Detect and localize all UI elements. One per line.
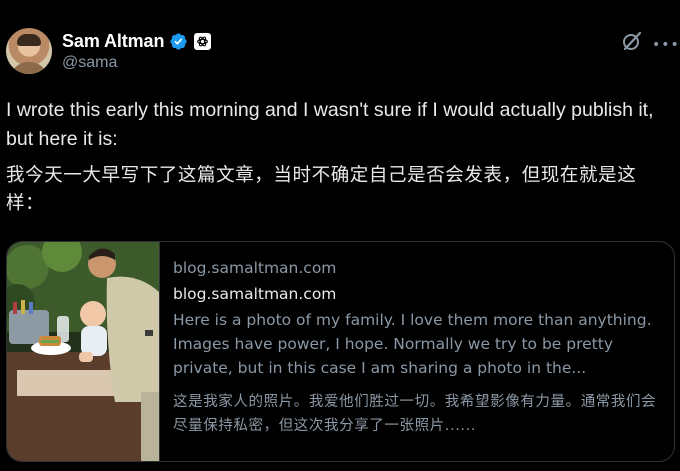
card-meta: blog.samaltman.com blog.samaltman.com He… [173, 256, 663, 438]
card-title[interactable]: blog.samaltman.com [173, 282, 663, 308]
avatar-hair [17, 34, 41, 46]
card-domain: blog.samaltman.com [173, 259, 337, 277]
card-thumbnail-image[interactable] [7, 242, 160, 461]
verified-badge-icon[interactable] [169, 32, 188, 51]
link-preview-card[interactable]: blog.samaltman.com blog.samaltman.com He… [6, 241, 675, 462]
card-description-chinese: 这是我家人的照片。我爱他们胜过一切。我希望影像有力量。通常我们会尽量保持私密，但… [173, 394, 657, 434]
author-name-row: Sam Altman [62, 30, 212, 52]
tweet: Sam Altman @sama ••• I wrote this early [0, 0, 680, 471]
grok-icon[interactable] [621, 30, 643, 52]
author-display-name[interactable]: Sam Altman [62, 31, 164, 52]
post-text-chinese: 我今天一大早写下了这篇文章，当时不确定自己是否会发表，但现在就是这样： [6, 165, 637, 214]
avatar[interactable] [6, 28, 52, 74]
author-handle[interactable]: @sama [62, 54, 117, 72]
avatar-shirt [10, 62, 48, 74]
more-options-icon[interactable]: ••• [652, 38, 680, 52]
post-text-english: I wrote this early this morning and I wa… [6, 99, 654, 150]
card-description-english: Here is a photo of my family. I love the… [173, 311, 652, 377]
openai-logo-icon[interactable] [194, 32, 212, 50]
